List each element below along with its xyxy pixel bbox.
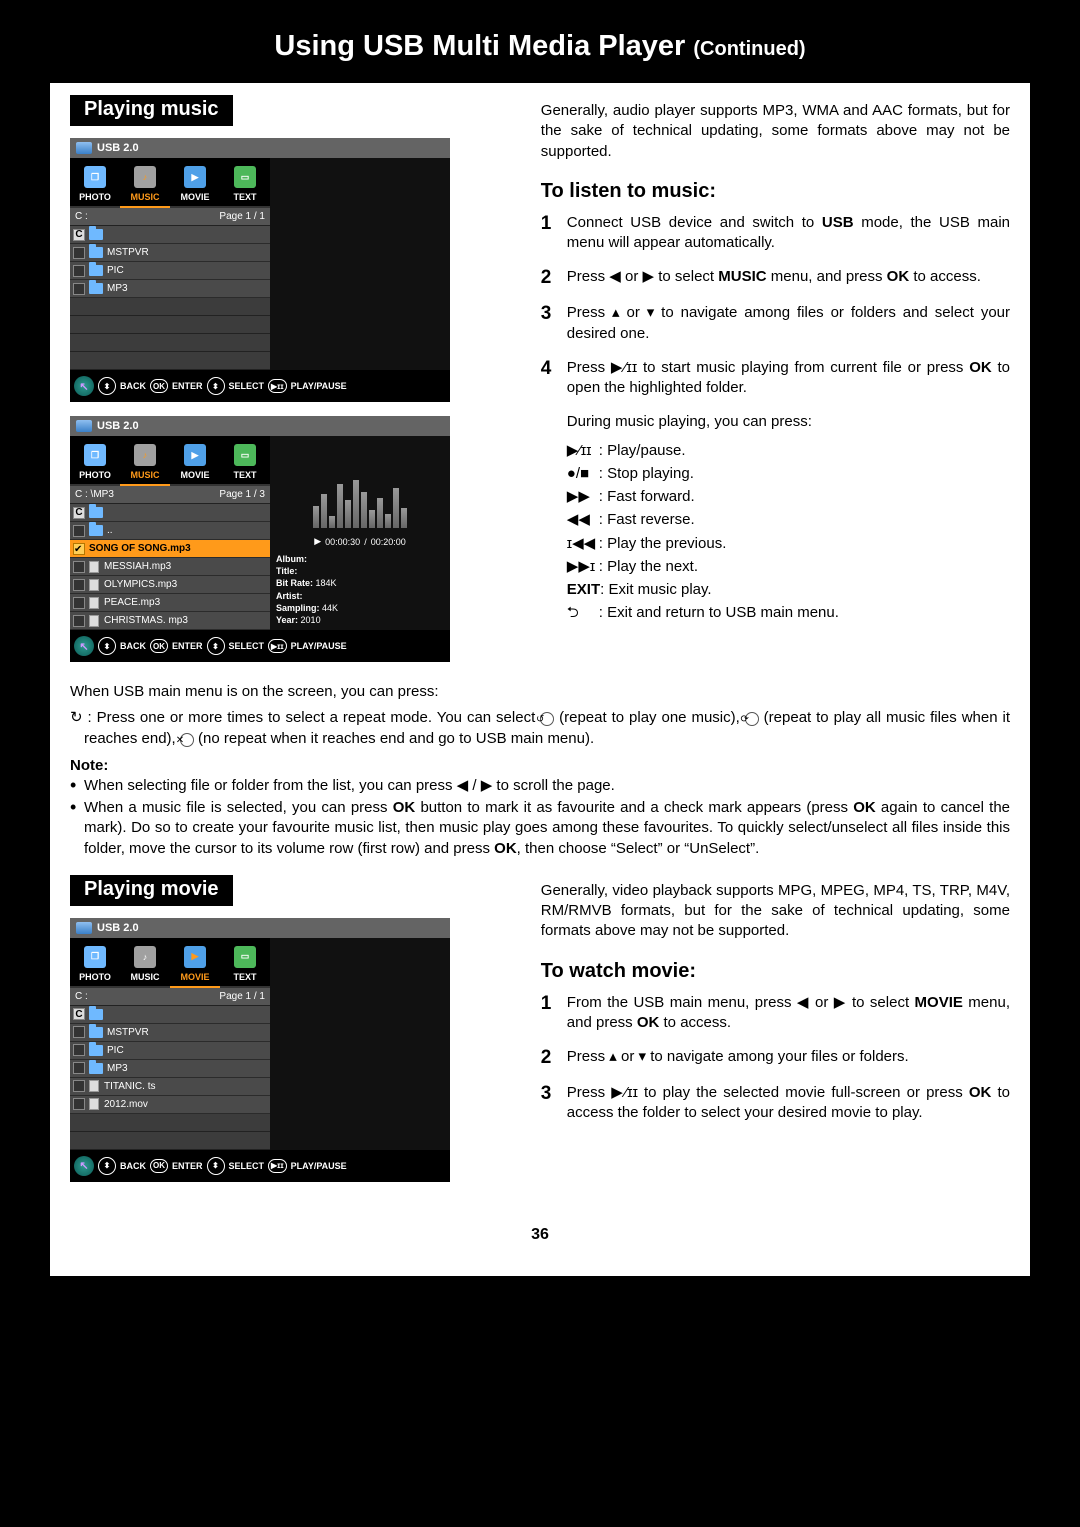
drive-row[interactable]: C: [70, 504, 270, 522]
drive-row[interactable]: C: [70, 226, 270, 244]
file-row[interactable]: OLYMPICS.mp3: [70, 576, 270, 594]
tab-photo[interactable]: ❐PHOTO: [70, 166, 120, 208]
repeat-line: ↻ : Press one or more times to select a …: [84, 708, 1010, 749]
tab-text[interactable]: ▭TEXT: [220, 444, 270, 486]
osd-music-files: USB 2.0 ❐PHOTO ♪MUSIC ▶MOVIE ▭TEXT C : \…: [70, 416, 450, 662]
back-icon[interactable]: ↖: [74, 376, 94, 396]
folder-row[interactable]: PIC: [70, 262, 270, 280]
tab-movie[interactable]: ▶MOVIE: [170, 166, 220, 208]
down-icon[interactable]: ⬍: [207, 637, 225, 655]
tab-photo[interactable]: ❐PHOTO: [70, 444, 120, 486]
tab-music[interactable]: ♪MUSIC: [120, 444, 170, 486]
tab-movie[interactable]: ▶MOVIE: [170, 946, 220, 988]
tab-movie[interactable]: ▶MOVIE: [170, 444, 220, 486]
section-heading-movie: Playing movie: [70, 875, 233, 906]
tab-photo[interactable]: ❐PHOTO: [70, 946, 120, 988]
usb-icon: [76, 922, 92, 934]
file-row[interactable]: TITANIC. ts: [70, 1078, 270, 1096]
content-frame: Playing music USB 2.0 ❐PHOTO ♪MUSIC ▶MOV…: [50, 83, 1030, 1276]
page-title: Using USB Multi Media Player (Continued): [50, 30, 1030, 63]
page-number: 36: [70, 1226, 1010, 1244]
heading-listen: To listen to music:: [541, 180, 1010, 203]
usb-icon: [76, 420, 92, 432]
play-pause-icon[interactable]: ▶ɪɪ: [268, 1159, 287, 1173]
file-row[interactable]: PEACE.mp3: [70, 594, 270, 612]
usb-menu-press-line: When USB main menu is on the screen, you…: [70, 682, 1010, 702]
up-icon[interactable]: ⬍: [98, 377, 116, 395]
during-line: During music playing, you can press:: [567, 412, 1010, 432]
file-row[interactable]: CHRISTMAS. mp3: [70, 612, 270, 630]
movie-steps: 1From the USB main menu, press ◀ or ▶ to…: [541, 993, 1010, 1124]
file-row-highlight[interactable]: ✔SONG OF SONG.mp3: [70, 540, 270, 558]
folder-row[interactable]: MP3: [70, 1060, 270, 1078]
folder-row[interactable]: MSTPVR: [70, 244, 270, 262]
up-icon[interactable]: ⬍: [98, 637, 116, 655]
ok-icon[interactable]: OK: [150, 1159, 168, 1173]
tab-text[interactable]: ▭TEXT: [220, 166, 270, 208]
tab-music[interactable]: ♪MUSIC: [120, 166, 170, 208]
folder-row[interactable]: MP3: [70, 280, 270, 298]
file-row[interactable]: MESSIAH.mp3: [70, 558, 270, 576]
down-icon[interactable]: ⬍: [207, 377, 225, 395]
folder-up[interactable]: ..: [70, 522, 270, 540]
folder-row[interactable]: MSTPVR: [70, 1024, 270, 1042]
back-icon[interactable]: ↖: [74, 636, 94, 656]
section-heading-music: Playing music: [70, 95, 233, 126]
play-pause-icon[interactable]: ▶ɪɪ: [268, 379, 287, 393]
ok-icon[interactable]: OK: [150, 639, 168, 653]
drive-row[interactable]: C: [70, 1006, 270, 1024]
tab-music[interactable]: ♪MUSIC: [120, 946, 170, 988]
heading-watch: To watch movie:: [541, 960, 1010, 983]
note-list: •When selecting file or folder from the …: [70, 776, 1010, 859]
usb-icon: [76, 142, 92, 154]
back-icon[interactable]: ↖: [74, 1156, 94, 1176]
note-heading: Note:: [70, 757, 1010, 774]
movie-intro: Generally, video playback supports MPG, …: [541, 881, 1010, 942]
ok-icon[interactable]: OK: [150, 379, 168, 393]
music-intro: Generally, audio player supports MP3, WM…: [541, 101, 1010, 162]
tab-text[interactable]: ▭TEXT: [220, 946, 270, 988]
play-pause-icon[interactable]: ▶ɪɪ: [268, 639, 287, 653]
music-steps: 1Connect USB device and switch to USB mo…: [541, 213, 1010, 399]
equalizer-icon: [313, 478, 407, 528]
folder-row[interactable]: PIC: [70, 1042, 270, 1060]
controls-list: ▶⁄ɪɪ: Play/pause. ●/■: Stop playing. ▶▶:…: [567, 439, 1010, 625]
down-icon[interactable]: ⬍: [207, 1157, 225, 1175]
file-row[interactable]: 2012.mov: [70, 1096, 270, 1114]
up-icon[interactable]: ⬍: [98, 1157, 116, 1175]
osd-music-folders: USB 2.0 ❐PHOTO ♪MUSIC ▶MOVIE ▭TEXT C :Pa…: [70, 138, 450, 402]
osd-movie: USB 2.0 ❐PHOTO ♪MUSIC ▶MOVIE ▭TEXT C :Pa…: [70, 918, 450, 1182]
